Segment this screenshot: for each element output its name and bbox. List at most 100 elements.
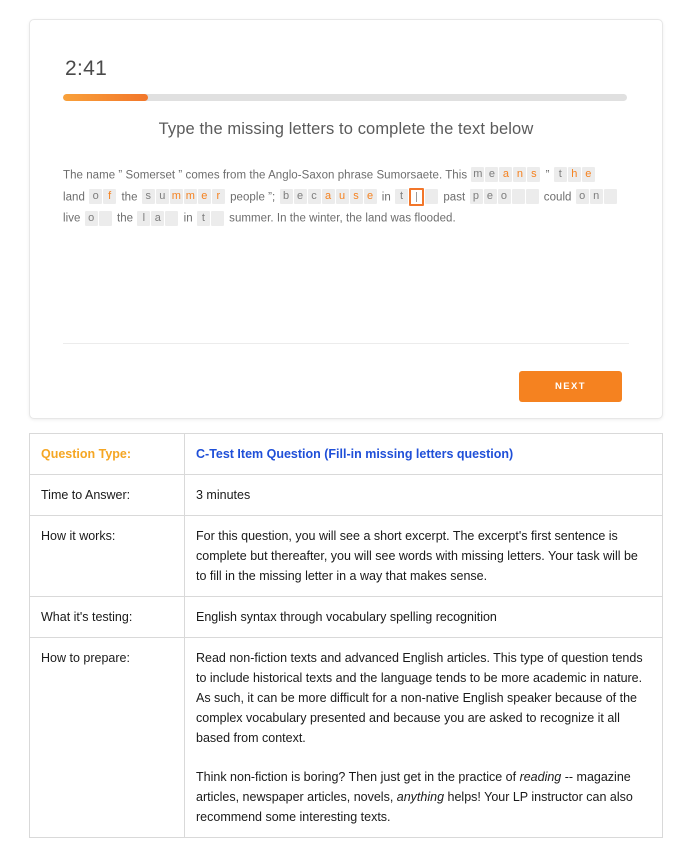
ctest-word[interactable]: t.: [196, 208, 225, 229]
ctest-cell-empty[interactable]: .: [98, 210, 112, 226]
ctest-cell-filled[interactable]: m: [169, 189, 183, 204]
passage-text: live: [63, 212, 84, 225]
ctest-cell-given: e: [485, 167, 499, 183]
ctest-word[interactable]: the: [553, 165, 596, 186]
passage-text: in: [381, 191, 395, 204]
ctest-cell-given: n: [589, 189, 603, 204]
card-divider: [63, 343, 629, 344]
next-button[interactable]: NEXT: [519, 371, 622, 402]
ctest-cell-filled[interactable]: e: [197, 189, 211, 204]
ctest-cell-given: e: [483, 189, 497, 204]
ctest-cell-filled[interactable]: a: [499, 167, 513, 183]
ctest-cell-filled[interactable]: u: [335, 189, 349, 204]
ctest-cell-filled[interactable]: r: [211, 189, 225, 204]
ctest-word[interactable]: summer: [141, 187, 226, 208]
ctest-word[interactable]: on.: [575, 187, 618, 208]
table-cell-paragraph: 3 minutes: [196, 485, 650, 505]
ctest-cell-empty[interactable]: .: [425, 189, 439, 204]
ctest-word[interactable]: la.: [137, 208, 179, 229]
passage-text: could: [543, 191, 575, 204]
table-cell-paragraph: For this question, you will see a short …: [196, 526, 650, 586]
emphasised-text: anything: [396, 790, 445, 804]
progress-bar-track: [63, 94, 627, 101]
quiz-card: 2:41 Type the missing letters to complet…: [29, 19, 663, 419]
ctest-cell-filled[interactable]: s: [349, 189, 363, 204]
ctest-cell-given: b: [279, 189, 293, 204]
ctest-cell-given: t: [395, 189, 409, 204]
passage-text: ”: [545, 169, 553, 182]
table-row-label: How to prepare:: [29, 637, 185, 838]
question-info-table: Question Type: C-Test Item Question (Fill…: [29, 433, 663, 838]
ctest-cell-filled[interactable]: n: [513, 167, 527, 183]
ctest-cell-given: e: [293, 189, 307, 204]
table-row: Question Type: C-Test Item Question (Fill…: [29, 433, 663, 475]
table-row-value: C-Test Item Question (Fill-in missing le…: [184, 433, 663, 475]
ctest-cell-given: o: [497, 189, 511, 204]
table-row-value: For this question, you will see a short …: [184, 515, 663, 597]
ctest-cell-filled[interactable]: h: [567, 167, 581, 183]
ctest-cell-given: o: [84, 210, 98, 226]
ctest-cell-filled[interactable]: e: [581, 167, 595, 183]
countdown-timer: 2:41: [65, 57, 108, 80]
question-prompt: Type the missing letters to complete the…: [158, 120, 534, 138]
table-row-value: Read non-fiction texts and advanced Engl…: [184, 637, 663, 838]
ctest-word[interactable]: means: [471, 165, 541, 186]
passage-text: the: [116, 212, 137, 225]
page-root: 2:41 Type the missing letters to complet…: [0, 0, 692, 862]
table-row: How to prepare: Read non-fiction texts an…: [29, 637, 663, 838]
ctest-cell-empty[interactable]: .: [210, 210, 224, 226]
ctest-cell-empty[interactable]: .: [525, 189, 539, 204]
body-text: For this question, you will see a short …: [196, 529, 638, 583]
passage-text: summer. In the winter, the land was floo…: [229, 212, 456, 225]
body-text: English syntax through vocabulary spelli…: [196, 610, 497, 624]
body-text: C-Test Item Question (Fill-in missing le…: [196, 447, 514, 461]
ctest-cell-given: p: [469, 189, 483, 204]
body-text: Think non-fiction is boring? Then just g…: [196, 770, 520, 784]
ctest-word[interactable]: of: [89, 187, 117, 208]
ctest-cell-given: u: [155, 189, 169, 204]
ctest-cell-empty[interactable]: .: [511, 189, 525, 204]
ctest-cell-empty[interactable]: .: [603, 189, 617, 204]
ctest-word[interactable]: peo..: [469, 187, 540, 208]
body-text: 3 minutes: [196, 488, 251, 502]
table-row: Time to Answer: 3 minutes: [29, 474, 663, 516]
table-row-label: Question Type:: [29, 433, 185, 475]
ctest-cell-filled[interactable]: e: [363, 189, 377, 204]
ctest-passage[interactable]: The name ” Somerset ” comes from the Ang…: [63, 165, 631, 230]
ctest-cell-given: m: [471, 167, 485, 183]
passage-text: land: [63, 191, 89, 204]
ctest-cell-given: s: [141, 189, 155, 204]
table-row-value: English syntax through vocabulary spelli…: [184, 596, 663, 638]
ctest-cell-filled[interactable]: f: [103, 189, 117, 204]
passage-text: people ”;: [230, 191, 279, 204]
body-text: Read non-fiction texts and advanced Engl…: [196, 651, 643, 745]
table-row-label: Time to Answer:: [29, 474, 185, 516]
table-row-label: How it works:: [29, 515, 185, 597]
text-caret: [416, 191, 418, 202]
ctest-cell-given: a: [151, 210, 165, 226]
ctest-word[interactable]: o.: [84, 208, 113, 229]
passage-text: past: [443, 191, 469, 204]
ctest-cell-filled[interactable]: m: [183, 189, 197, 204]
table-row: How it works: For this question, you will…: [29, 515, 663, 597]
ctest-cell-given: o: [575, 189, 589, 204]
table-cell-paragraph: Think non-fiction is boring? Then just g…: [196, 767, 650, 827]
ctest-cell-given: l: [137, 210, 151, 226]
ctest-cell-given: o: [89, 189, 103, 204]
table-cell-paragraph: English syntax through vocabulary spelli…: [196, 607, 650, 627]
passage-text: the: [121, 191, 141, 204]
table-row-value: 3 minutes: [184, 474, 663, 516]
ctest-word[interactable]: because: [279, 187, 378, 208]
ctest-cell-given: c: [307, 189, 321, 204]
ctest-cell-active-input[interactable]: [409, 187, 425, 206]
ctest-cell-empty[interactable]: .: [165, 210, 179, 226]
ctest-cell-filled[interactable]: s: [527, 167, 541, 183]
table-row: What it's testing: English syntax through…: [29, 596, 663, 638]
ctest-cell-filled[interactable]: a: [321, 189, 335, 204]
ctest-cell-given: t: [553, 167, 567, 183]
ctest-word[interactable]: t.: [395, 187, 439, 208]
table-cell-paragraph: Read non-fiction texts and advanced Engl…: [196, 648, 650, 748]
ctest-cell-given: t: [196, 210, 210, 226]
table-row-label: What it's testing:: [29, 596, 185, 638]
passage-text: in: [183, 212, 196, 225]
